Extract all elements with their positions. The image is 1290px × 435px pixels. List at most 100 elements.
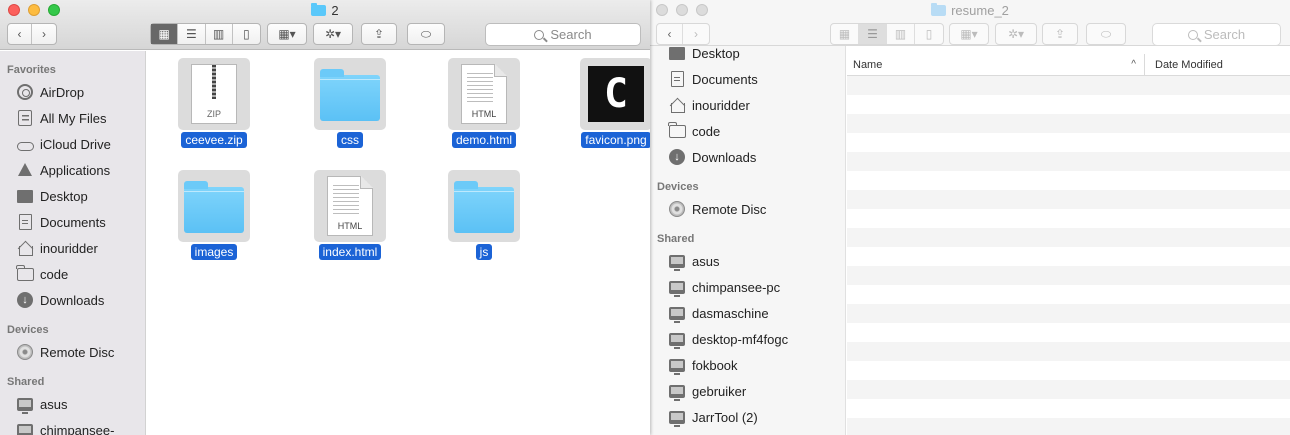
sidebar-item-code[interactable]: code: [0, 261, 145, 287]
columns-icon: ▥: [894, 27, 907, 41]
coverflow-view-button[interactable]: ▯: [915, 24, 943, 44]
list-icon: ☰: [867, 27, 878, 41]
zip-file-icon: ZIP: [178, 58, 250, 130]
file-item-demo-html[interactable]: HTML demo.html: [417, 58, 551, 148]
window-title: 2: [0, 3, 650, 18]
sidebar-item-inouridder[interactable]: inouridder: [650, 92, 845, 118]
sidebar-item-jarrtool[interactable]: JarrTool (2): [650, 404, 845, 430]
tag-icon: ⬭: [420, 26, 432, 41]
share-button[interactable]: ⇪: [361, 23, 397, 45]
file-item-images[interactable]: images: [147, 170, 281, 260]
chevron-left-icon: ‹: [667, 27, 672, 41]
sidebar: Favorites AirDrop All My Files iCloud Dr…: [0, 51, 146, 435]
downloads-icon: ↓: [668, 148, 686, 166]
finder-window-2: 2 ‹ › ▦ ☰ ▥ ▯ ▦▾ ✲▾ ⇪ ⬭ Search Favorites: [0, 0, 650, 435]
forward-button[interactable]: ›: [32, 24, 56, 44]
sidebar-item-documents[interactable]: Documents: [0, 209, 145, 235]
file-item-js[interactable]: js: [417, 170, 551, 260]
sidebar-item-downloads[interactable]: ↓ Downloads: [650, 144, 845, 170]
column-header-date-modified[interactable]: Date Modified: [1145, 54, 1223, 75]
folder-icon: [178, 170, 250, 242]
gear-icon: ✲▾: [1007, 27, 1025, 41]
column-header-name[interactable]: Name ^: [847, 54, 1145, 75]
back-button[interactable]: ‹: [8, 24, 33, 44]
sidebar-item-documents[interactable]: Documents: [650, 66, 845, 92]
sidebar-item-gebruiker[interactable]: gebruiker: [650, 378, 845, 404]
sidebar-item-downloads[interactable]: ↓ Downloads: [0, 287, 145, 313]
arrange-button[interactable]: ▦▾: [267, 23, 307, 45]
sidebar-item-inouridder[interactable]: inouridder: [0, 235, 145, 261]
coverflow-view-button[interactable]: ▯: [233, 24, 260, 44]
column-view-button[interactable]: ▥: [206, 24, 233, 44]
search-icon: [1187, 29, 1198, 40]
empty-list-rows: [847, 76, 1290, 435]
sidebar-item-chimpansee-pc[interactable]: chimpansee-pc: [650, 274, 845, 300]
sidebar-item-desktop[interactable]: Desktop: [650, 46, 845, 66]
sidebar-item-remote-disc[interactable]: Remote Disc: [650, 196, 845, 222]
search-field[interactable]: Search: [485, 23, 641, 46]
sidebar-item-all-my-files[interactable]: All My Files: [0, 105, 145, 131]
column-header-label: Date Modified: [1155, 59, 1223, 71]
sidebar-item-dasmaschine[interactable]: dasmaschine: [650, 300, 845, 326]
share-icon: ⇪: [373, 27, 385, 41]
icon-view-button[interactable]: ▦: [151, 24, 179, 44]
list-view-button[interactable]: ☰: [178, 24, 206, 44]
search-placeholder: Search: [1203, 27, 1246, 42]
coverflow-icon: ▯: [925, 27, 933, 41]
sidebar-item-airdrop[interactable]: AirDrop: [0, 79, 145, 105]
documents-icon: [668, 70, 686, 88]
sidebar-item-desktop[interactable]: Desktop: [0, 183, 145, 209]
sidebar-item-label: desktop-mf4fogc: [692, 331, 789, 347]
sidebar-item-code[interactable]: code: [650, 118, 845, 144]
view-mode-control: ▦ ☰ ▥ ▯: [150, 23, 261, 45]
sidebar-item-label: dasmaschine: [692, 305, 769, 321]
file-badge: ZIP: [206, 109, 221, 119]
sidebar-item-label: code: [692, 123, 721, 139]
back-button[interactable]: ‹: [657, 24, 684, 44]
tags-button[interactable]: ⬭: [1086, 23, 1126, 45]
sidebar-item-fokbook[interactable]: fokbook: [650, 352, 845, 378]
sidebar-item-label: Applications: [40, 162, 111, 178]
columns-icon: ▥: [212, 27, 225, 41]
sidebar-item-label: code: [40, 266, 69, 282]
arrange-button[interactable]: ▦▾: [949, 23, 989, 45]
sidebar-section-favorites: Favorites: [7, 64, 56, 76]
column-view-button[interactable]: ▥: [887, 24, 915, 44]
file-item-index-html[interactable]: HTML index.html: [283, 170, 417, 260]
sidebar-item-icloud-drive[interactable]: iCloud Drive: [0, 131, 145, 157]
action-button[interactable]: ✲▾: [313, 23, 353, 45]
tags-button[interactable]: ⬭: [407, 23, 445, 45]
list-view-button[interactable]: ☰: [859, 24, 887, 44]
file-badge: HTML: [337, 221, 363, 231]
sidebar-item-remote-disc[interactable]: Remote Disc: [0, 339, 145, 365]
documents-icon: [16, 213, 34, 231]
column-header-label: Name: [853, 59, 883, 71]
share-button[interactable]: ⇪: [1042, 23, 1078, 45]
sidebar-item-applications[interactable]: Applications: [0, 157, 145, 183]
home-icon: [668, 96, 686, 114]
file-item-ceevee-zip[interactable]: ZIP ceevee.zip: [147, 58, 281, 148]
sidebar-item-asus[interactable]: asus: [650, 248, 845, 274]
sidebar-item-label: asus: [40, 396, 68, 412]
sidebar-item-label: chimpansee-pc: [692, 279, 781, 295]
desktop-icon: [16, 187, 34, 205]
search-field[interactable]: Search: [1152, 23, 1281, 46]
action-button[interactable]: ✲▾: [995, 23, 1037, 45]
sidebar-item-desktop-mf4fogc[interactable]: desktop-mf4fogc: [650, 326, 845, 352]
file-name: favicon.png: [581, 132, 650, 148]
sidebar-item-label: Remote Disc: [692, 201, 767, 217]
sidebar-item-chimpansee[interactable]: chimpansee-: [0, 417, 145, 435]
list-icon: ☰: [185, 27, 197, 41]
computer-icon: [668, 408, 686, 427]
file-name: images: [190, 244, 238, 260]
sidebar-item-label: inouridder: [692, 97, 750, 113]
icon-view-button[interactable]: ▦: [831, 24, 859, 44]
grid-icon: ▦: [158, 27, 170, 41]
computer-icon: [668, 356, 686, 375]
sidebar-item-asus[interactable]: asus: [0, 391, 145, 417]
file-item-favicon-png[interactable]: C favicon.png: [549, 58, 650, 148]
view-mode-control: ▦ ☰ ▥ ▯: [830, 23, 944, 45]
forward-button[interactable]: ›: [683, 24, 709, 44]
sidebar-item-label: Documents: [692, 71, 758, 87]
file-item-css[interactable]: css: [283, 58, 417, 148]
